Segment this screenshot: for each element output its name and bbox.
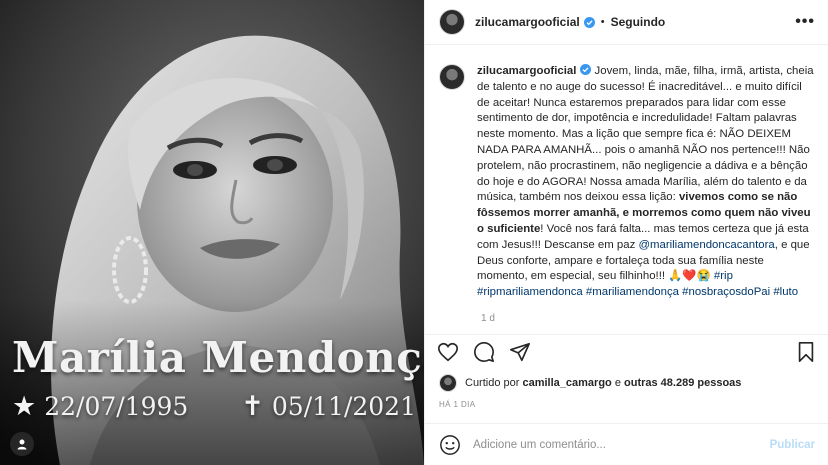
verified-icon bbox=[583, 16, 595, 28]
likes-summary: Curtido por camilla_camargo e outras 48.… bbox=[439, 374, 741, 392]
avatar[interactable] bbox=[439, 64, 465, 90]
heart-icon[interactable] bbox=[437, 341, 459, 363]
birth-date: 22/07/1995 bbox=[44, 392, 189, 421]
memorial-name: Marília Mendonça bbox=[12, 333, 424, 382]
post-header: zilucamargooficial • Seguindo ••• bbox=[425, 0, 828, 45]
post-sidebar: zilucamargooficial • Seguindo ••• ziluca… bbox=[424, 0, 828, 465]
death-date: 05/11/2021 bbox=[271, 392, 416, 421]
post-image[interactable]: Marília Mendonça ★ 22/07/1995 ✝ 05/11/20… bbox=[0, 0, 424, 465]
birth-date-group: ★ 22/07/1995 bbox=[12, 392, 188, 421]
liked-by-user[interactable]: camilla_camargo bbox=[522, 377, 611, 389]
following-button[interactable]: Seguindo bbox=[611, 15, 666, 29]
caption-section: zilucamargooficial Jovem, linda, mãe, fi… bbox=[425, 46, 828, 326]
header-username[interactable]: zilucamargooficial bbox=[475, 15, 580, 29]
caption-age: 1 d bbox=[481, 312, 495, 324]
action-bar bbox=[425, 334, 828, 368]
caption-text: zilucamargooficial Jovem, linda, mãe, fi… bbox=[477, 64, 815, 301]
verified-icon bbox=[580, 64, 592, 75]
post-timestamp[interactable]: HÁ 1 DIA bbox=[439, 400, 476, 409]
bookmark-icon[interactable] bbox=[795, 341, 817, 363]
instagram-post: Marília Mendonça ★ 22/07/1995 ✝ 05/11/20… bbox=[0, 0, 828, 465]
caption-row: zilucamargooficial Jovem, linda, mãe, fi… bbox=[439, 64, 815, 301]
likes-prefix: Curtido por bbox=[465, 377, 523, 389]
publish-button[interactable]: Publicar bbox=[770, 439, 815, 451]
comment-input[interactable] bbox=[473, 438, 763, 451]
likes-count[interactable]: outras 48.289 pessoas bbox=[624, 377, 741, 389]
avatar[interactable] bbox=[439, 374, 457, 392]
caption-username[interactable]: zilucamargooficial bbox=[477, 65, 576, 77]
mention-link[interactable]: @mariliamendoncacantora bbox=[638, 239, 774, 251]
hashtag-links[interactable]: #mariliamendonça #nosbraçosdoPai #luto bbox=[586, 286, 798, 298]
comment-bar: Publicar bbox=[425, 423, 828, 465]
share-icon[interactable] bbox=[509, 341, 531, 363]
star-icon: ★ bbox=[12, 391, 37, 422]
user-tag-icon[interactable] bbox=[10, 432, 34, 456]
memorial-dates: ★ 22/07/1995 ✝ 05/11/2021 bbox=[12, 392, 416, 421]
death-date-group: ✝ 05/11/2021 bbox=[241, 392, 416, 421]
header-separator: • bbox=[600, 16, 605, 28]
comment-icon[interactable] bbox=[473, 341, 495, 363]
more-options-icon[interactable]: ••• bbox=[795, 13, 815, 31]
avatar[interactable] bbox=[439, 9, 465, 35]
likes-middle: e bbox=[611, 377, 624, 389]
cross-icon: ✝ bbox=[241, 391, 264, 422]
emoji-icon[interactable] bbox=[439, 434, 461, 456]
caption-part1: Jovem, linda, mãe, filha, irmã, artista,… bbox=[477, 65, 814, 204]
